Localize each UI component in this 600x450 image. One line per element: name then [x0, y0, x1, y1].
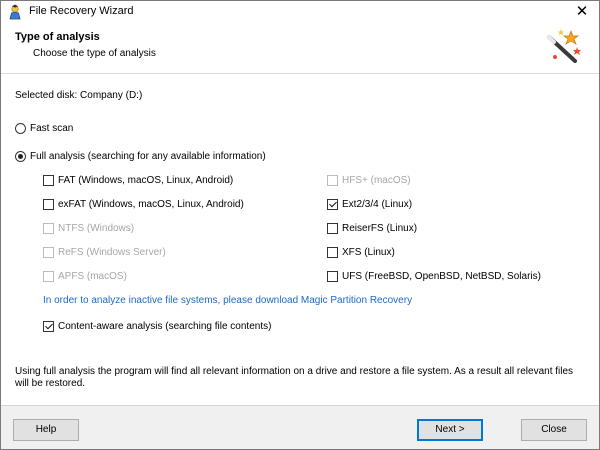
fs-ntfs-checkbox [43, 223, 54, 234]
fs-xfs-checkbox-row[interactable]: XFS (Linux) [327, 247, 395, 258]
fs-hfs-checkbox [327, 175, 338, 186]
fs-fat-checkbox-row[interactable]: FAT (Windows, macOS, Linux, Android) [43, 175, 233, 186]
close-button[interactable]: Close [521, 419, 587, 441]
help-button[interactable]: Help [13, 419, 79, 441]
fs-reiserfs-label: ReiserFS (Linux) [342, 223, 418, 234]
fs-fat-label: FAT (Windows, macOS, Linux, Android) [58, 175, 234, 186]
fs-ntfs-checkbox-row: NTFS (Windows) [43, 223, 134, 234]
wizard-window: File Recovery Wizard ✕ Type of analysis … [0, 0, 600, 450]
page-subtitle: Choose the type of analysis [33, 48, 156, 59]
title-bar[interactable]: File Recovery Wizard ✕ [1, 1, 599, 23]
fs-ext-label: Ext2/3/4 (Linux) [342, 199, 413, 210]
recovery-wizard-icon [9, 4, 21, 20]
fs-ufs-label: UFS (FreeBSD, OpenBSD, NetBSD, Solaris) [342, 271, 541, 282]
fs-ext-checkbox-row[interactable]: Ext2/3/4 (Linux) [327, 199, 412, 210]
fs-ntfs-label: NTFS (Windows) [58, 223, 135, 234]
fast-scan-option[interactable]: Fast scan [15, 123, 73, 134]
fs-exfat-checkbox[interactable] [43, 199, 54, 210]
content-aware-label: Content-aware analysis (searching file c… [58, 321, 272, 332]
wizard-content: Selected disk: Company (D:) Fast scan Fu… [1, 74, 599, 404]
fs-fat-checkbox[interactable] [43, 175, 54, 186]
button-bar: Help Next > Close [1, 405, 599, 449]
page-title: Type of analysis [15, 31, 100, 43]
selected-disk-label: Selected disk: Company (D:) [15, 90, 143, 101]
fs-hfs-checkbox-row: HFS+ (macOS) [327, 175, 411, 186]
wizard-header: Type of analysis Choose the type of anal… [1, 23, 599, 74]
content-aware-checkbox-row[interactable]: Content-aware analysis (searching file c… [43, 321, 271, 332]
fs-apfs-checkbox-row: APFS (macOS) [43, 271, 127, 282]
fs-exfat-checkbox-row[interactable]: exFAT (Windows, macOS, Linux, Android) [43, 199, 244, 210]
fast-scan-radio[interactable] [15, 123, 26, 134]
close-icon[interactable]: ✕ [571, 3, 593, 21]
magic-wand-icon [547, 29, 581, 63]
fs-ufs-checkbox-row[interactable]: UFS (FreeBSD, OpenBSD, NetBSD, Solaris) [327, 271, 541, 282]
fs-xfs-label: XFS (Linux) [342, 247, 395, 258]
content-aware-checkbox[interactable] [43, 321, 54, 332]
fs-ext-checkbox[interactable] [327, 199, 338, 210]
fs-ufs-checkbox[interactable] [327, 271, 338, 282]
fs-refs-checkbox [43, 247, 54, 258]
fs-apfs-label: APFS (macOS) [58, 271, 127, 282]
fs-hfs-label: HFS+ (macOS) [342, 175, 411, 186]
full-analysis-label: Full analysis (searching for any availab… [30, 151, 266, 162]
fs-apfs-checkbox [43, 271, 54, 282]
next-button[interactable]: Next > [417, 419, 483, 441]
full-analysis-radio[interactable] [15, 151, 26, 162]
fs-reiserfs-checkbox[interactable] [327, 223, 338, 234]
window-title: File Recovery Wizard [29, 5, 134, 17]
fs-refs-checkbox-row: ReFS (Windows Server) [43, 247, 166, 258]
download-partition-recovery-link[interactable]: In order to analyze inactive file system… [43, 295, 412, 306]
fs-refs-label: ReFS (Windows Server) [58, 247, 166, 258]
fs-exfat-label: exFAT (Windows, macOS, Linux, Android) [58, 199, 244, 210]
fs-xfs-checkbox[interactable] [327, 247, 338, 258]
fast-scan-label: Fast scan [30, 123, 74, 134]
analysis-note: Using full analysis the program will fin… [15, 366, 574, 389]
full-analysis-option[interactable]: Full analysis (searching for any availab… [15, 151, 266, 162]
fs-reiserfs-checkbox-row[interactable]: ReiserFS (Linux) [327, 223, 417, 234]
